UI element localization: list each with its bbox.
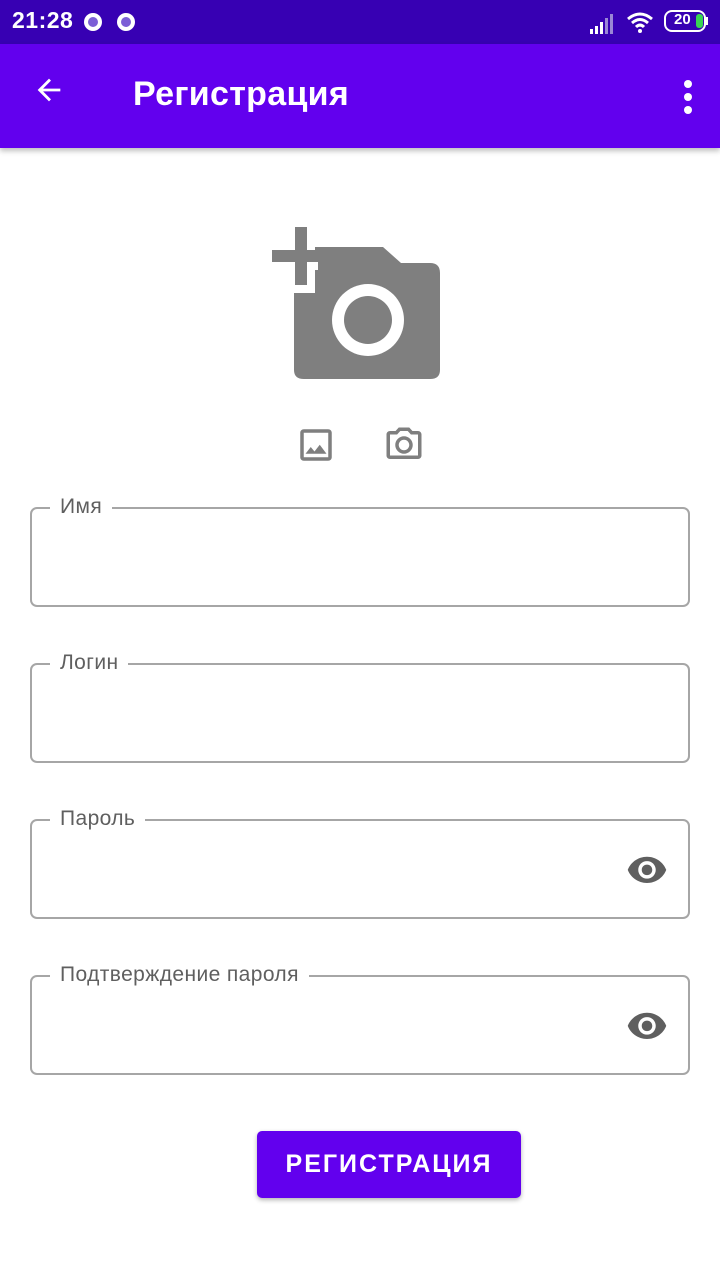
back-button[interactable]	[18, 68, 82, 124]
image-icon	[300, 429, 332, 461]
login-input[interactable]	[58, 693, 622, 735]
wifi-icon	[627, 12, 653, 33]
page-title: Регистрация	[133, 75, 349, 113]
register-button[interactable]: РЕГИСТРАЦИЯ	[257, 1131, 521, 1198]
add-a-photo-icon	[270, 225, 440, 379]
confirm-password-field-label: Подтверждение пароля	[50, 961, 309, 989]
name-field-label: Имя	[50, 493, 113, 521]
notification-dot-icon	[117, 13, 135, 31]
gallery-button[interactable]	[295, 424, 337, 466]
arrow-back-icon	[37, 78, 61, 102]
eye-icon	[627, 856, 667, 883]
confirm-password-input[interactable]	[58, 1005, 622, 1047]
name-input[interactable]	[58, 537, 622, 579]
password-field-label: Пароль	[50, 805, 146, 833]
login-field[interactable]: Логин	[30, 649, 690, 763]
notification-dot-icon	[84, 13, 102, 31]
overflow-menu-button[interactable]	[676, 72, 700, 120]
status-time: 21:28	[12, 7, 74, 33]
camera-icon	[386, 427, 422, 459]
camera-button[interactable]	[382, 424, 426, 466]
more-vert-icon	[684, 80, 692, 114]
register-button-label: РЕГИСТРАЦИЯ	[285, 1150, 493, 1178]
signal-icon	[590, 14, 613, 34]
login-field-label: Логин	[50, 649, 129, 677]
status-bar: 21:28 20	[0, 0, 720, 44]
battery-level: 20	[674, 11, 691, 28]
password-visibility-toggle[interactable]	[626, 851, 668, 887]
confirm-password-field[interactable]: Подтверждение пароля	[30, 961, 690, 1075]
confirm-password-visibility-toggle[interactable]	[626, 1007, 668, 1043]
avatar-picker[interactable]	[270, 225, 445, 385]
name-field[interactable]: Имя	[30, 493, 690, 607]
password-field[interactable]: Пароль	[30, 805, 690, 919]
battery-icon: 20	[664, 10, 710, 32]
password-input[interactable]	[58, 849, 622, 891]
app-bar: Регистрация	[0, 44, 720, 148]
eye-icon	[627, 1012, 667, 1039]
